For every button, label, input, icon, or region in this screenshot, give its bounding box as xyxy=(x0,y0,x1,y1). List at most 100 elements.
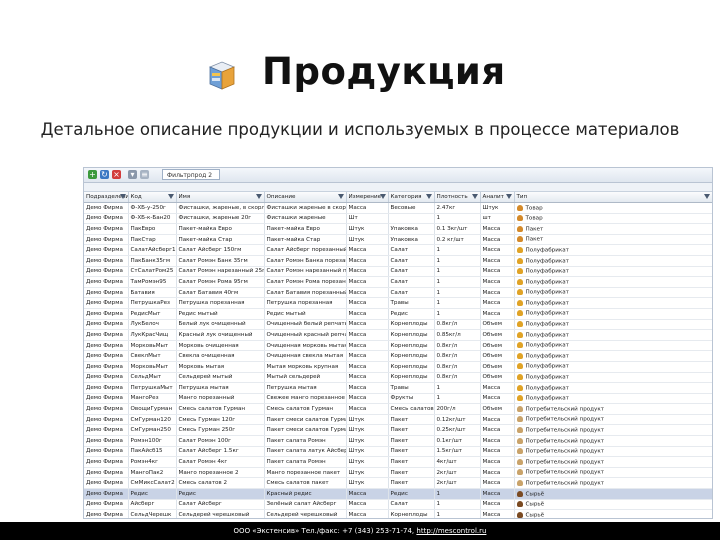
table-row[interactable]: Демо Фирма Редис Редис Красный редис Масса Ре… xyxy=(84,488,712,500)
table-row[interactable]: Демо Фирма РедисМыт Редис мытый Редис мытый… xyxy=(84,308,712,320)
column-filter-icon[interactable] xyxy=(471,194,478,199)
column-filter-icon[interactable] xyxy=(167,194,174,199)
table-cell: Демо Фирма xyxy=(84,372,129,384)
cell-text: Морковь очищенная xyxy=(178,342,239,349)
cell-text: Масса xyxy=(482,268,501,275)
cell-text: Штук xyxy=(348,416,365,423)
cell-text: Редис xyxy=(130,490,148,497)
table-header-row: Подразделение Код Имя Описание Измерение Кате… xyxy=(84,192,712,203)
cell-text: 4кг/шт xyxy=(436,459,457,466)
column-filter-icon[interactable] xyxy=(425,194,432,199)
delete-icon[interactable]: × xyxy=(112,170,121,179)
table-row[interactable]: Демо Фирма ПакСтар Пакет-майка Стар Пакет-м… xyxy=(84,234,712,246)
column-header[interactable]: Плотность xyxy=(434,192,481,203)
table-cell: Батавия xyxy=(128,287,177,299)
table-row[interactable]: Демо Фирма СвеклМыт Свекла очищенная Очищен… xyxy=(84,350,712,362)
cell-text: Очищенный красный репчатый xyxy=(266,331,346,338)
table-cell: Сырьё xyxy=(514,499,712,511)
table-row[interactable]: Демо Фирма СтСалатРом25 Салат Ромэн нареза… xyxy=(84,266,712,278)
page-subtitle: Детальное описание продукции и используе… xyxy=(40,120,680,139)
footer-link[interactable]: http://mescontrol.ru xyxy=(416,527,486,535)
column-filter-icon[interactable] xyxy=(119,194,126,199)
cell-text: Петрушка порезанная xyxy=(178,300,245,307)
table-row[interactable]: Демо Фирма Батавия Салат Батавия 40гм Салат… xyxy=(84,287,712,299)
table-row[interactable]: Демо Фирма МорковьМыт Морковь мытая Мытая м… xyxy=(84,361,712,373)
table-row[interactable]: Демо Фирма СмГурман120 Смесь Гурман 120г Па… xyxy=(84,414,712,426)
cell-text: Демо Фирма xyxy=(86,374,123,381)
table-row[interactable]: Демо Фирма Ромэн4кг Салат Ромэн 4кг Пакет с… xyxy=(84,456,712,468)
cell-text: Масса xyxy=(482,512,501,519)
table-row[interactable]: Демо Фирма МангоПак2 Манго порезанное 2 Ман… xyxy=(84,467,712,479)
cell-text: Масса xyxy=(482,225,501,232)
table-cell: Салат Айсберг 1.5кг xyxy=(176,446,265,458)
table-row[interactable]: Демо Фирма СалатАйсберг150Салат Айсберг 1… xyxy=(84,244,712,256)
column-header[interactable]: Описание xyxy=(264,192,347,203)
table-row[interactable]: Демо Фирма ПетрушкаРез Петрушка порезанная… xyxy=(84,297,712,309)
cell-text: Масса xyxy=(348,384,367,391)
table-cell: Сырьё xyxy=(514,509,712,518)
table-row[interactable]: Демо Фирма ЛукКрасЧищ Красный лук очищенны… xyxy=(84,329,712,341)
table-row[interactable]: Демо Фирма Ромэн100г Салат Ромэн 100г Пакет… xyxy=(84,435,712,447)
table-row[interactable]: Демо Фирма ОвощиГурман Смесь салатов Гурма… xyxy=(84,403,712,415)
table-row[interactable]: Демо Фирма МангоРез Манго порезанный Свежее… xyxy=(84,393,712,405)
table-row[interactable]: Демо Фирма МорковьМыт Морковь очищенная Очи… xyxy=(84,340,712,352)
table-body: Демо Фирма Ф-ХБ-у-250г Фисташки, жареные, … xyxy=(84,202,712,519)
cell-text: Товар xyxy=(525,205,543,212)
cell-text: 0.12кг/шт xyxy=(436,416,466,423)
column-filter-icon[interactable] xyxy=(255,194,262,199)
column-filter-icon[interactable] xyxy=(379,194,386,199)
table-row[interactable]: Демо Фирма Ф-ХБ-у-250г Фисташки, жареные, … xyxy=(84,202,712,214)
cell-text: Полуфабрикат xyxy=(525,332,569,339)
table-cell: СалатАйсберг150 xyxy=(128,244,177,256)
column-header[interactable]: Аналит xyxy=(480,192,515,203)
table-row[interactable]: Демо Фирма ПакЕвро Пакет-майка Евро Пакет-м… xyxy=(84,223,712,235)
cell-text: Пакет-майка Стар xyxy=(178,236,233,243)
column-header[interactable]: Подразделение xyxy=(84,192,129,203)
column-header[interactable]: Код xyxy=(128,192,177,203)
consumer-product-icon xyxy=(516,437,523,444)
settings-icon[interactable]: ≡ xyxy=(140,170,149,179)
cell-text: Пакет xyxy=(390,469,409,476)
column-header[interactable]: Категория xyxy=(388,192,435,203)
table-cell: Объем xyxy=(480,319,515,331)
table-row[interactable]: Демо Фирма СмМиксСалат2 Смесь салатов 2 Сме… xyxy=(84,477,712,490)
cell-text: Салат Ромэн 100г xyxy=(178,437,232,444)
table-row[interactable]: Демо Фирма ПакАйсб15 Салат Айсберг 1.5кг Па… xyxy=(84,446,712,458)
column-header[interactable]: Имя xyxy=(176,192,265,203)
column-header[interactable]: Тип xyxy=(514,192,712,203)
cell-text: Товар xyxy=(525,215,543,222)
table-cell: 1 xyxy=(434,499,481,511)
table-row[interactable]: Демо Фирма СельдЧерешк Сельдерей черешковы… xyxy=(84,509,712,519)
table-row[interactable]: Демо Фирма ПетрушкаМыт Петрушка мытая Петру… xyxy=(84,382,712,394)
table-row[interactable]: Демо Фирма Айсберг Салат Айсберг Зелёный са… xyxy=(84,499,712,511)
cell-text: Объем xyxy=(482,406,502,413)
cell-text: Объем xyxy=(482,321,502,328)
column-header[interactable]: Измерение xyxy=(346,192,389,203)
filter-icon[interactable]: ▾ xyxy=(128,170,137,179)
table-cell: Смесь салатов 2 xyxy=(176,477,265,490)
table-row[interactable]: Демо Фирма СельдМыт Сельдерей мытый Мытый с… xyxy=(84,372,712,384)
refresh-icon[interactable]: ↻ xyxy=(100,170,109,179)
add-icon[interactable]: + xyxy=(88,170,97,179)
cell-text: Пакет xyxy=(390,448,409,455)
table-row[interactable]: Демо Фирма ТамРомэн95 Салат Ромэн Рома 95г… xyxy=(84,276,712,288)
semi-product-icon xyxy=(516,246,523,253)
column-filter-icon[interactable] xyxy=(505,194,512,199)
tab-filter[interactable]: Фильтрпрод 2 xyxy=(162,169,220,180)
cell-text: 1.5кг/шт xyxy=(436,448,462,455)
table-cell: Морковь очищенная xyxy=(176,340,265,352)
consumer-product-icon xyxy=(516,416,523,423)
column-filter-icon[interactable] xyxy=(337,194,344,199)
table-row[interactable]: Демо Фирма ЛукБелоч Белый лук очищенный Очи… xyxy=(84,319,712,331)
table-cell: Корнеплоды xyxy=(388,340,435,352)
table-cell: Товар xyxy=(514,202,712,214)
cell-text: Ромэн100г xyxy=(130,437,162,444)
cell-text: Пакет xyxy=(525,226,544,233)
semi-product-icon xyxy=(516,342,523,349)
table-row[interactable]: Демо Фирма Ф-ХБ-к-Бан20 Фисташки, жареные … xyxy=(84,213,712,225)
table-row[interactable]: Демо Фирма ПакБанк35гм Салат Ромэн Банк 35… xyxy=(84,255,712,267)
table-cell: Фисташки жареные xyxy=(264,213,347,225)
table-row[interactable]: Демо Фирма СмГурман250 Смесь Гурман 250г Па… xyxy=(84,424,712,437)
column-filter-icon[interactable] xyxy=(703,194,710,199)
table-cell: Фисташки, жареные, в скорлупе Гурман 250… xyxy=(176,202,265,214)
